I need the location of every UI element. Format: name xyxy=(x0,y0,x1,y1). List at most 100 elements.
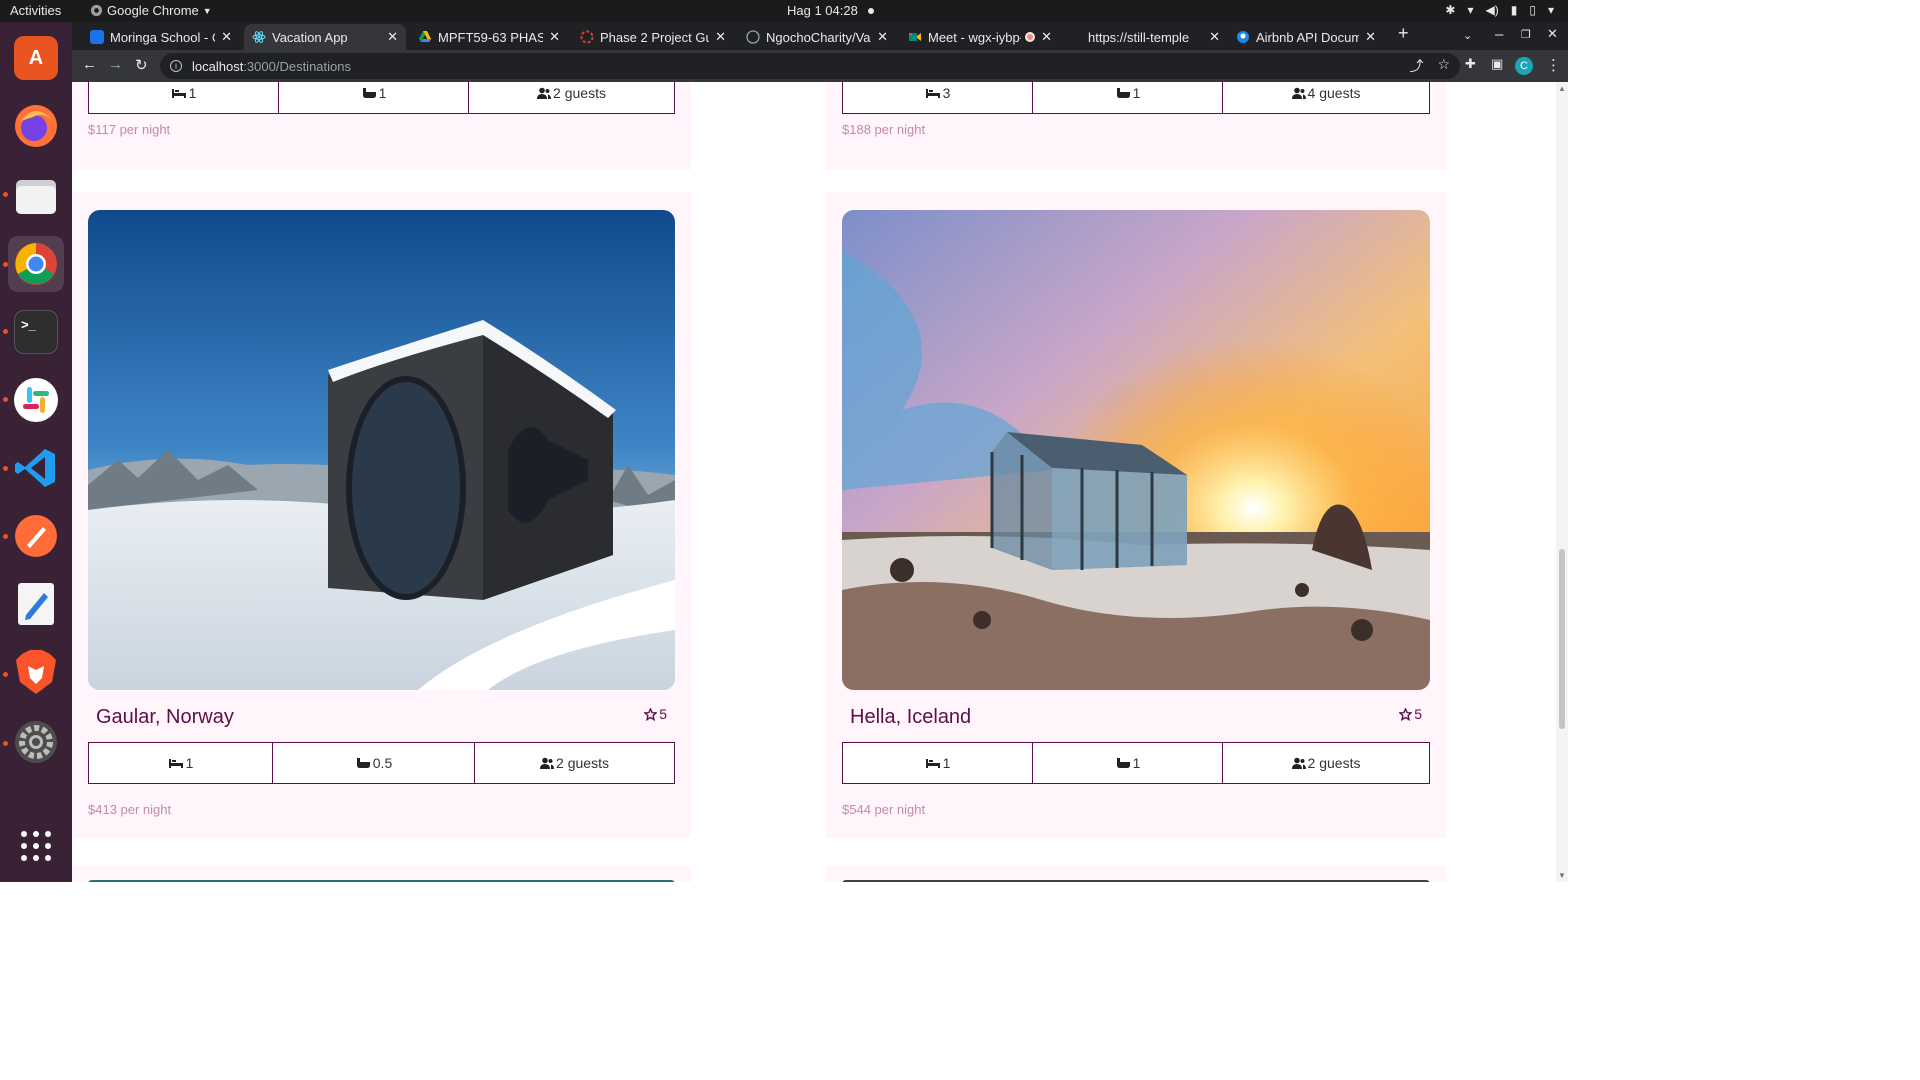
tab-still-temple[interactable]: https://still-temple ✕ xyxy=(1080,24,1228,50)
reload-button[interactable]: ↻ xyxy=(135,56,148,74)
vscode-icon xyxy=(15,449,55,487)
back-button[interactable]: ← xyxy=(82,56,97,73)
listing-stats: 1 1 2 guests xyxy=(88,82,675,114)
recording-icon xyxy=(1025,32,1036,42)
site-info-icon[interactable]: i xyxy=(170,60,182,72)
dock-terminal[interactable]: >_ xyxy=(8,304,64,360)
scrollbar-thumb[interactable] xyxy=(1559,549,1565,729)
activities-button[interactable]: Activities xyxy=(10,3,61,18)
app-menu[interactable]: Google Chrome ▼ xyxy=(90,3,212,18)
system-tray[interactable]: ✱ ▾ ◀) ▮ ▯ ▾ xyxy=(1445,3,1554,17)
restore-button[interactable]: ❐ xyxy=(1521,28,1531,41)
notification-dot-icon xyxy=(867,7,874,14)
listing-card-partial[interactable] xyxy=(826,866,1446,882)
system-top-bar: Activities Google Chrome ▼ Hag 1 04:28 ✱… xyxy=(0,0,1568,22)
listing-card[interactable]: Gaular, Norway 5 1 0.5 2 guests $413 per… xyxy=(72,192,691,838)
listing-rating: 5 xyxy=(1399,706,1422,722)
close-icon[interactable]: ✕ xyxy=(549,29,560,45)
bed-icon xyxy=(168,759,183,768)
clock[interactable]: Hag 1 04:28 xyxy=(787,3,874,18)
cabin-snow-photo xyxy=(88,210,675,690)
close-icon[interactable]: ✕ xyxy=(1209,29,1220,45)
baths-value: 1 xyxy=(1132,755,1141,771)
new-tab-button[interactable]: + xyxy=(1398,23,1409,44)
bed-icon xyxy=(925,759,940,768)
listing-stats: 1 1 2 guests xyxy=(842,742,1430,784)
tab-label: NgochoCharity/Vac xyxy=(766,29,872,45)
side-panel-icon[interactable]: ▣ xyxy=(1491,56,1503,72)
tab-vacation-app[interactable]: Vacation App ✕ xyxy=(244,24,406,50)
listing-title: Hella, Iceland xyxy=(850,706,972,728)
dock-brave[interactable] xyxy=(8,644,64,700)
chevron-down-icon: ▼ xyxy=(202,5,212,16)
listing-card-partial[interactable]: 3 1 4 guests $188 per night xyxy=(826,82,1446,170)
profile-avatar[interactable]: C xyxy=(1515,57,1533,75)
moringa-favicon-icon xyxy=(90,30,104,44)
listing-photo[interactable] xyxy=(88,210,675,690)
dock-text-editor[interactable] xyxy=(8,576,64,632)
close-icon[interactable]: ✕ xyxy=(715,29,726,45)
close-icon[interactable]: ✕ xyxy=(221,29,232,45)
glass-cabin-sunset-photo xyxy=(842,210,1430,690)
dock-files[interactable] xyxy=(8,168,64,224)
dock-show-apps[interactable] xyxy=(8,818,64,874)
tab-airbnb-api[interactable]: Airbnb API Docume ✕ xyxy=(1228,24,1384,50)
chrome-small-icon xyxy=(90,4,103,17)
tab-label: Meet - wgx-iybp- xyxy=(928,29,1022,45)
dock-ubuntu-software[interactable]: A xyxy=(8,30,64,86)
dock-settings[interactable] xyxy=(8,714,64,770)
bathtub-icon xyxy=(356,758,370,768)
listing-card-partial[interactable]: 1 1 2 guests $117 per night xyxy=(72,82,691,170)
bed-icon xyxy=(925,89,940,98)
address-bar[interactable]: i localhost:3000/Destinations ⤴ ☆ xyxy=(160,53,1460,79)
baths-stat: 0.5 xyxy=(273,743,475,783)
tab-label: Moringa School - Ca xyxy=(110,29,215,45)
listing-photo[interactable] xyxy=(842,210,1430,690)
dock-postman[interactable] xyxy=(8,508,64,564)
menu-kebab-icon[interactable]: ⋮ xyxy=(1546,56,1561,74)
settings-icon xyxy=(15,721,57,763)
chrome-icon xyxy=(15,243,57,285)
scroll-up-arrow-icon[interactable]: ▲ xyxy=(1558,84,1566,93)
price-per-night: $413 per night xyxy=(88,802,172,817)
scroll-down-arrow-icon[interactable]: ▼ xyxy=(1558,871,1566,880)
tab-phase2-guide[interactable]: Phase 2 Project Guid ✕ xyxy=(572,24,734,50)
guests-icon xyxy=(1291,757,1306,769)
page-scrollbar[interactable]: ▲ ▼ xyxy=(1556,82,1568,882)
beds-stat: 1 xyxy=(89,743,273,783)
wifi-icon: ▾ xyxy=(1467,3,1474,17)
react-favicon-icon xyxy=(252,31,266,43)
tab-search-chevron-icon[interactable]: ⌄ xyxy=(1463,29,1472,42)
clock-text: Hag 1 04:28 xyxy=(787,3,858,18)
tab-mpft-drive[interactable]: MPFT59-63 PHASE 2 ✕ xyxy=(410,24,568,50)
share-icon[interactable]: ⤴ xyxy=(1409,56,1423,76)
tab-meet[interactable]: Meet - wgx-iybp- ✕ xyxy=(900,24,1060,50)
dock-chrome[interactable] xyxy=(8,236,64,292)
close-icon[interactable]: ✕ xyxy=(877,29,888,45)
close-icon[interactable]: ✕ xyxy=(387,29,398,45)
dock-vscode[interactable] xyxy=(8,440,64,496)
beds-value: 1 xyxy=(942,755,951,771)
tab-github[interactable]: NgochoCharity/Vac ✕ xyxy=(738,24,896,50)
window-close-button[interactable]: ✕ xyxy=(1547,26,1558,42)
guests-icon xyxy=(537,87,552,99)
extensions-puzzle-icon[interactable]: ✚ xyxy=(1465,56,1476,72)
listing-card-partial[interactable] xyxy=(72,866,691,882)
volume-icon: ◀) xyxy=(1485,3,1499,17)
close-icon[interactable]: ✕ xyxy=(1365,29,1376,45)
dock-slack[interactable] xyxy=(8,372,64,428)
bookmark-star-icon[interactable]: ☆ xyxy=(1437,56,1450,76)
beds-stat: 3 xyxy=(843,82,1033,113)
guests-value: 4 guests xyxy=(1307,85,1361,101)
tab-moringa[interactable]: Moringa School - Ca ✕ xyxy=(82,24,240,50)
guests-value: 2 guests xyxy=(553,85,606,101)
minimize-button[interactable]: – xyxy=(1495,26,1503,43)
close-icon[interactable]: ✕ xyxy=(1041,29,1052,45)
beds-stat: 1 xyxy=(89,82,279,113)
bathtub-icon xyxy=(362,88,376,98)
guests-value: 2 guests xyxy=(1307,755,1361,771)
dock-firefox[interactable] xyxy=(8,98,64,154)
forward-button[interactable]: → xyxy=(108,56,123,73)
guests-value: 2 guests xyxy=(556,755,609,771)
listing-card[interactable]: Hella, Iceland 5 1 1 2 guests $544 per n… xyxy=(826,192,1446,838)
